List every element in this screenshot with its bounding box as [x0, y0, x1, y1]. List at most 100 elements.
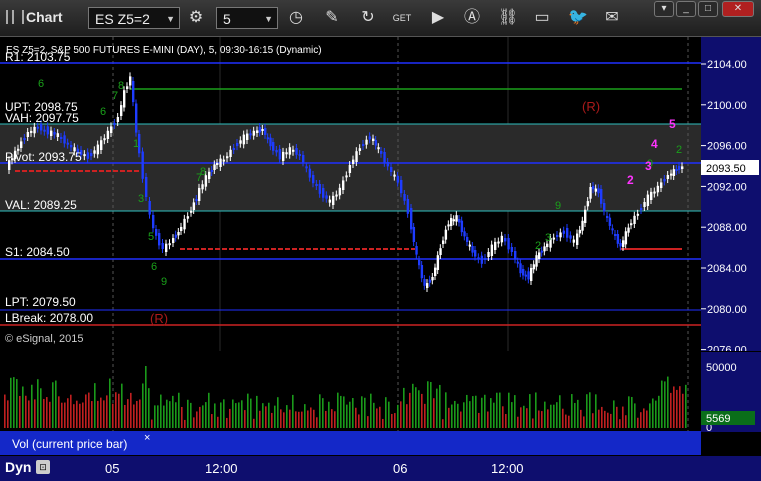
- candle: [377, 147, 380, 150]
- candle: [442, 240, 445, 244]
- volume-bar: [445, 392, 447, 428]
- svg-text:9: 9: [161, 276, 167, 288]
- volume-bar: [448, 407, 450, 428]
- lock-icon[interactable]: ⊡: [36, 460, 50, 474]
- clock-icon[interactable]: ◷: [286, 8, 306, 28]
- candle: [390, 167, 393, 172]
- chevron-down-icon[interactable]: ▼: [166, 8, 175, 30]
- candle: [129, 76, 132, 86]
- volume-bar: [250, 398, 252, 428]
- volume-bar: [46, 397, 48, 428]
- chevron-down-icon[interactable]: ▼: [264, 8, 273, 30]
- candle: [318, 184, 322, 194]
- candle: [345, 175, 348, 178]
- price-chart[interactable]: 678 613 569 789 239 2 2345 ES Z5=2, S&P …: [0, 37, 761, 351]
- candle: [328, 199, 332, 203]
- candle: [606, 216, 609, 218]
- get-icon[interactable]: GET: [392, 8, 412, 28]
- close-button[interactable]: ✕: [722, 1, 754, 17]
- candle: [474, 250, 477, 257]
- volume-bar: [538, 410, 540, 428]
- interval-input[interactable]: 5 ▼: [216, 7, 278, 29]
- link-icon[interactable]: ⛓: [498, 8, 518, 28]
- candle: [120, 105, 123, 116]
- candle: [586, 201, 590, 207]
- volume-bar: [226, 417, 228, 428]
- volume-bar: [511, 402, 513, 428]
- volume-bar: [490, 398, 492, 428]
- volume-bar: [400, 401, 402, 428]
- twitter-icon[interactable]: 🐦: [568, 8, 588, 28]
- volume-bar: [589, 392, 591, 428]
- volume-bar: [439, 384, 441, 428]
- volume-bar: [340, 395, 342, 428]
- candle: [581, 220, 584, 231]
- copyright-label: © eSignal, 2015: [5, 333, 83, 345]
- candle: [66, 142, 70, 145]
- volume-bar: [7, 400, 9, 428]
- volume-bar: [16, 379, 18, 428]
- candle: [497, 241, 500, 244]
- pencil-icon[interactable]: ✎: [322, 8, 342, 28]
- candle: [165, 243, 168, 252]
- interval-value: 5: [223, 11, 231, 27]
- volume-study-bar[interactable]: Vol (current price bar) ×: [0, 431, 701, 455]
- volume-bar: [640, 412, 642, 428]
- text-icon[interactable]: Ⓐ: [462, 8, 482, 28]
- dyn-button[interactable]: Dyn: [5, 459, 31, 475]
- volume-bar: [214, 403, 216, 428]
- grip-icon[interactable]: [6, 10, 24, 24]
- candle: [272, 142, 275, 151]
- volume-bar: [436, 388, 438, 428]
- volume-chart[interactable]: 50000 0 5569: [0, 352, 761, 432]
- comment-icon[interactable]: ▭: [532, 8, 552, 28]
- volume-bar: [19, 395, 21, 428]
- close-icon[interactable]: ×: [144, 432, 150, 444]
- email-icon[interactable]: ✉: [602, 8, 622, 28]
- volume-bar: [451, 404, 453, 428]
- candle: [535, 255, 538, 267]
- volume-bar: [358, 414, 360, 428]
- volume-bar: [544, 401, 546, 428]
- r1-label: R1: 2103.75: [5, 50, 71, 64]
- volume-bar: [442, 419, 444, 428]
- volume-study-label: Vol (current price bar): [12, 437, 128, 451]
- volume-bar: [70, 394, 72, 428]
- candle: [348, 165, 352, 173]
- candle: [332, 195, 335, 205]
- volume-bar: [10, 377, 12, 428]
- candle: [675, 169, 678, 171]
- candle: [500, 235, 504, 243]
- play-icon[interactable]: ▶: [428, 8, 448, 28]
- candle: [552, 237, 556, 240]
- time-tick-06: 06: [393, 461, 408, 476]
- candle: [335, 194, 338, 197]
- candle: [452, 219, 456, 222]
- volume-bar: [322, 398, 324, 428]
- maximize-button[interactable]: □: [698, 1, 718, 17]
- volume-bar: [673, 386, 675, 428]
- candle: [155, 229, 158, 236]
- candle: [70, 145, 73, 148]
- svg-text:3: 3: [545, 232, 551, 244]
- symbol-input[interactable]: ES Z5=2 ▼: [88, 7, 180, 29]
- volume-bar: [76, 400, 78, 428]
- candle: [338, 187, 342, 196]
- refresh-icon[interactable]: ↻: [358, 8, 378, 28]
- volume-bar: [631, 396, 633, 428]
- svg-text:9: 9: [555, 200, 561, 212]
- candle: [624, 231, 628, 245]
- candle: [50, 130, 53, 136]
- candle: [514, 251, 517, 260]
- gear-icon[interactable]: ⚙: [186, 8, 206, 28]
- volume-bar: [682, 393, 684, 428]
- candle: [249, 133, 252, 136]
- time-axis[interactable]: Dyn ⊡ 05 12:00 06 12:00: [0, 456, 761, 481]
- minimize-button[interactable]: _: [676, 1, 696, 17]
- candle: [471, 246, 474, 253]
- volume-bar: [532, 418, 534, 428]
- candle: [428, 279, 432, 283]
- candle: [30, 130, 33, 133]
- volume-bar: [388, 401, 390, 428]
- more-button[interactable]: ▾: [654, 1, 674, 17]
